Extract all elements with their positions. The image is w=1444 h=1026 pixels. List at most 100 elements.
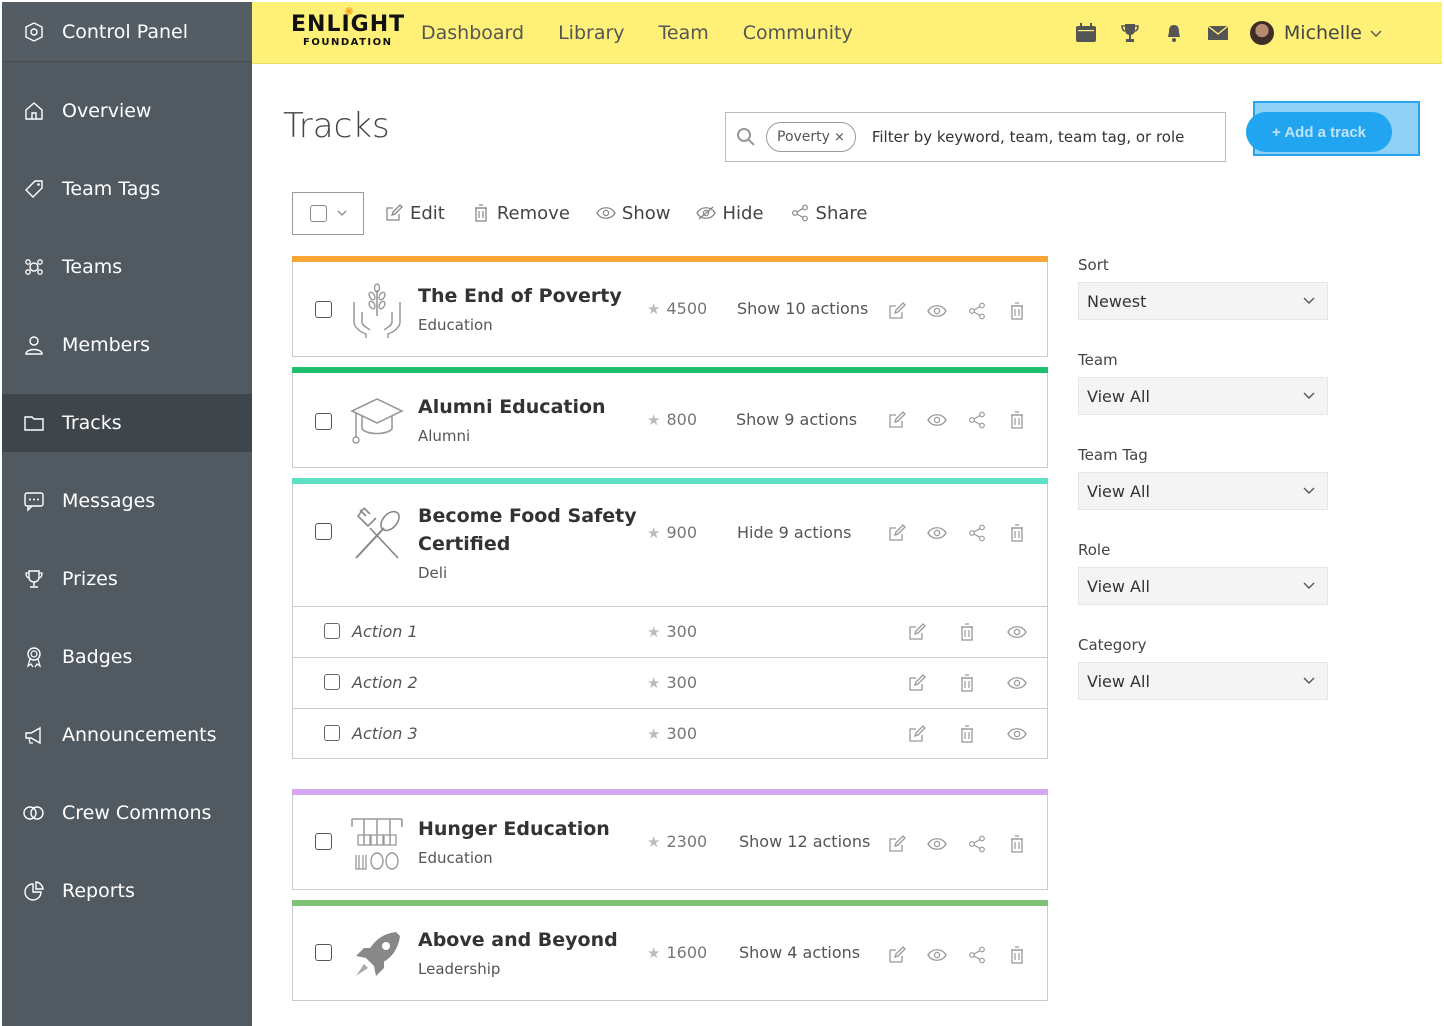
- trash-icon[interactable]: [1007, 301, 1027, 321]
- trash-icon[interactable]: [1007, 834, 1027, 854]
- track-title[interactable]: Become Food Safety Certified: [418, 502, 638, 558]
- eye-icon[interactable]: [1007, 724, 1027, 744]
- track-title[interactable]: The End of Poverty: [418, 282, 638, 310]
- bulk-toolbar: Edit Remove Show Hide Share: [292, 191, 893, 235]
- nav-library[interactable]: Library: [558, 22, 624, 44]
- eye-icon[interactable]: [927, 301, 947, 321]
- edit-icon[interactable]: [907, 724, 927, 744]
- share-icon[interactable]: [967, 410, 987, 430]
- edit-icon[interactable]: [907, 622, 927, 642]
- trash-icon[interactable]: [957, 673, 977, 693]
- enlight-logo[interactable]: ENLIGHT FOUNDATION: [291, 6, 404, 53]
- add-track-button[interactable]: + Add a track: [1246, 112, 1392, 152]
- trash-icon[interactable]: [957, 622, 977, 642]
- sidebar-item-announcements[interactable]: Announcements: [2, 706, 252, 764]
- share-icon[interactable]: [967, 523, 987, 543]
- sidebar-item-crew-commons[interactable]: Crew Commons: [2, 784, 252, 842]
- edit-icon[interactable]: [887, 834, 907, 854]
- bulk-select[interactable]: [292, 191, 364, 235]
- track-checkbox[interactable]: [315, 413, 332, 430]
- action-checkbox[interactable]: [324, 725, 340, 741]
- edit-icon[interactable]: [887, 410, 907, 430]
- track-title[interactable]: Alumni Education: [418, 393, 638, 421]
- action-checkbox[interactable]: [324, 623, 340, 639]
- close-icon[interactable]: ×: [834, 130, 845, 145]
- toggle-actions-link[interactable]: Show 10 actions: [737, 299, 868, 318]
- sidebar-item-reports[interactable]: Reports: [2, 862, 252, 920]
- sidebar-item-badges[interactable]: Badges: [2, 628, 252, 686]
- filter-chip[interactable]: Poverty ×: [766, 122, 856, 152]
- team-select[interactable]: View All: [1078, 377, 1328, 415]
- sidebar: Control Panel Overview Team Tags Teams M…: [2, 2, 252, 1026]
- edit-icon[interactable]: [887, 523, 907, 543]
- edit-icon[interactable]: [887, 945, 907, 965]
- track-checkbox[interactable]: [315, 833, 332, 850]
- sidebar-item-prizes[interactable]: Prizes: [2, 550, 252, 608]
- sort-select[interactable]: Newest: [1078, 282, 1328, 320]
- mail-icon[interactable]: [1206, 21, 1230, 45]
- edit-icon[interactable]: [907, 673, 927, 693]
- eye-icon[interactable]: [1007, 673, 1027, 693]
- avatar[interactable]: [1249, 20, 1274, 45]
- share-button[interactable]: Share: [790, 203, 867, 224]
- track-row-actions: [887, 945, 1027, 965]
- select-all-checkbox[interactable]: [309, 204, 327, 222]
- edit-button[interactable]: Edit: [384, 203, 445, 224]
- trash-icon[interactable]: [1007, 945, 1027, 965]
- role-select[interactable]: View All: [1078, 567, 1328, 605]
- search-icon: [737, 128, 755, 146]
- trash-icon[interactable]: [1007, 410, 1027, 430]
- eye-icon[interactable]: [927, 945, 947, 965]
- sidebar-item-messages[interactable]: Messages: [2, 472, 252, 530]
- eye-icon[interactable]: [1007, 622, 1027, 642]
- sidebar-item-team-tags[interactable]: Team Tags: [2, 160, 252, 218]
- nav-dashboard[interactable]: Dashboard: [421, 22, 524, 44]
- hide-button[interactable]: Hide: [696, 203, 764, 224]
- trophy-icon[interactable]: [1118, 21, 1142, 45]
- track-card: Alumni Education Alumni ★ 800 Show 9 acti…: [292, 367, 1048, 468]
- action-name[interactable]: Action 1: [352, 622, 418, 641]
- nav-team[interactable]: Team: [659, 22, 709, 44]
- team-tag-select[interactable]: View All: [1078, 472, 1328, 510]
- edit-icon[interactable]: [887, 301, 907, 321]
- kitchen-utensils-icon: [351, 818, 403, 870]
- nav-community[interactable]: Community: [743, 22, 853, 44]
- chevron-down-icon[interactable]: [1370, 23, 1382, 42]
- search-box[interactable]: Poverty ×: [725, 112, 1226, 162]
- calendar-icon[interactable]: [1074, 21, 1098, 45]
- action-name[interactable]: Action 2: [352, 673, 418, 692]
- track-title[interactable]: Hunger Education: [418, 815, 638, 843]
- share-icon[interactable]: [967, 834, 987, 854]
- category-select[interactable]: View All: [1078, 662, 1328, 700]
- toggle-actions-link[interactable]: Hide 9 actions: [737, 523, 851, 542]
- user-name[interactable]: Michelle: [1284, 22, 1362, 44]
- track-checkbox[interactable]: [315, 944, 332, 961]
- sidebar-item-overview[interactable]: Overview: [2, 82, 252, 140]
- sidebar-item-label: Reports: [62, 880, 135, 902]
- sidebar-item-members[interactable]: Members: [2, 316, 252, 374]
- track-category: Education: [418, 849, 493, 867]
- track-checkbox[interactable]: [315, 301, 332, 318]
- bell-icon[interactable]: [1162, 21, 1186, 45]
- track-title[interactable]: Above and Beyond: [418, 926, 638, 954]
- sidebar-item-tracks[interactable]: Tracks: [2, 394, 252, 452]
- trash-icon[interactable]: [957, 724, 977, 744]
- sidebar-header[interactable]: Control Panel: [2, 2, 252, 62]
- eye-icon[interactable]: [927, 834, 947, 854]
- sidebar-item-teams[interactable]: Teams: [2, 238, 252, 296]
- eye-icon[interactable]: [927, 523, 947, 543]
- remove-button[interactable]: Remove: [471, 203, 570, 224]
- toggle-actions-link[interactable]: Show 4 actions: [739, 943, 860, 962]
- toggle-actions-link[interactable]: Show 9 actions: [736, 410, 857, 429]
- toggle-actions-link[interactable]: Show 12 actions: [739, 832, 870, 851]
- share-icon[interactable]: [967, 945, 987, 965]
- eye-icon[interactable]: [927, 410, 947, 430]
- select-value: Newest: [1087, 291, 1147, 311]
- share-icon[interactable]: [967, 301, 987, 321]
- trash-icon[interactable]: [1007, 523, 1027, 543]
- action-name[interactable]: Action 3: [352, 724, 418, 743]
- show-button[interactable]: Show: [596, 203, 670, 224]
- action-checkbox[interactable]: [324, 674, 340, 690]
- search-input[interactable]: [871, 128, 1202, 146]
- track-checkbox[interactable]: [315, 523, 332, 540]
